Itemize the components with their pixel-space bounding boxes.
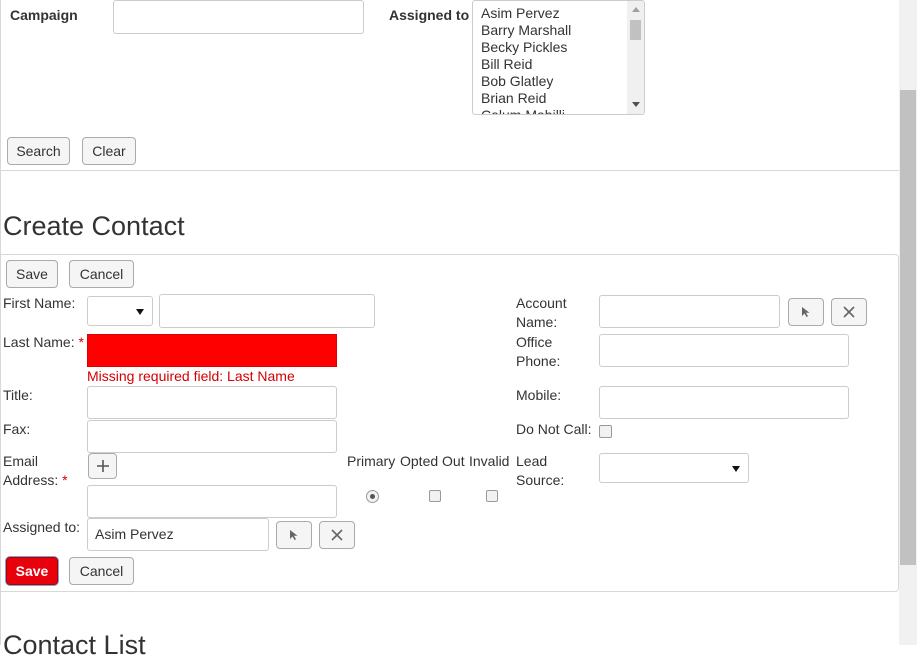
search-panel-bottom-border	[0, 170, 900, 171]
first-name-input[interactable]	[159, 294, 375, 328]
cursor-select-icon	[290, 530, 298, 540]
campaign-label: Campaign	[10, 7, 78, 23]
lead-source-label-line2: Source:	[516, 472, 565, 488]
email-opted-out-header: Opted Out	[400, 453, 465, 469]
plus-icon	[96, 460, 109, 472]
page-scrollbar-thumb[interactable]	[900, 90, 916, 565]
mobile-input[interactable]	[599, 386, 849, 419]
list-item[interactable]: Brian Reid	[481, 90, 621, 107]
required-marker: *	[62, 472, 68, 488]
mobile-label: Mobile:	[516, 387, 562, 403]
list-item[interactable]: Becky Pickles	[481, 39, 621, 56]
chevron-down-icon	[136, 309, 144, 315]
cancel-button-top[interactable]: Cancel	[69, 260, 134, 288]
account-name-label-line2: Name:	[516, 314, 558, 330]
required-marker: *	[78, 334, 84, 350]
email-label-line1: Email	[3, 453, 39, 469]
lead-source-label: Lead Source:	[516, 452, 564, 490]
office-phone-label-line2: Phone:	[516, 353, 561, 369]
office-phone-label: Office Phone:	[516, 333, 560, 371]
save-button-top[interactable]: Save	[6, 260, 58, 288]
list-item[interactable]: Bob Glatley	[481, 73, 621, 90]
add-email-button[interactable]	[88, 453, 117, 479]
cancel-button-bottom[interactable]: Cancel	[69, 557, 134, 585]
email-label-line2: Address:	[3, 472, 59, 488]
email-label: Email Address: *	[3, 452, 68, 490]
salutation-select[interactable]	[87, 296, 153, 326]
office-phone-label-line1: Office	[516, 334, 553, 350]
first-name-label: First Name:	[3, 295, 76, 311]
clear-account-button[interactable]	[831, 298, 867, 326]
list-item[interactable]: Calum Mabilli	[481, 107, 621, 114]
campaign-input[interactable]	[113, 0, 364, 34]
close-icon	[331, 529, 343, 541]
contact-list-heading: Contact List	[3, 630, 146, 660]
list-item[interactable]: Bill Reid	[481, 56, 621, 73]
opted-out-checkbox[interactable]	[429, 490, 441, 502]
select-account-button[interactable]	[788, 298, 824, 326]
page-left-border	[0, 0, 1, 645]
do-not-call-checkbox[interactable]	[599, 425, 612, 438]
search-button[interactable]: Search	[7, 137, 70, 165]
save-button-bottom[interactable]: Save	[6, 557, 58, 585]
assigned-to-label: Assigned to:	[3, 519, 81, 535]
do-not-call-label: Do Not Call:	[516, 421, 592, 437]
assigned-to-filter-label: Assigned to	[389, 7, 470, 23]
assigned-to-input[interactable]: Asim Pervez	[87, 518, 269, 551]
assigned-to-multiselect[interactable]: Asim Pervez Barry Marshall Becky Pickles…	[472, 0, 645, 115]
scroll-down-arrow-icon[interactable]	[632, 102, 640, 107]
account-name-input[interactable]	[599, 295, 780, 328]
cursor-select-icon	[802, 307, 810, 317]
title-input[interactable]	[87, 386, 337, 419]
create-contact-heading: Create Contact	[3, 211, 185, 241]
page-scrollbar[interactable]	[899, 0, 917, 645]
list-item[interactable]: Barry Marshall	[481, 22, 621, 39]
title-label: Title:	[3, 387, 33, 403]
listbox-scrollbar[interactable]	[627, 1, 644, 114]
lead-source-label-line1: Lead	[516, 453, 548, 469]
clear-button[interactable]: Clear	[82, 137, 136, 165]
scroll-up-arrow-icon[interactable]	[632, 7, 640, 12]
email-input[interactable]	[87, 485, 337, 518]
invalid-checkbox[interactable]	[486, 490, 498, 502]
chevron-down-icon	[732, 466, 740, 472]
email-primary-header: Primary	[347, 453, 396, 469]
lead-source-select[interactable]	[599, 453, 749, 483]
last-name-error-message: Missing required field: Last Name	[87, 368, 295, 384]
assigned-to-options: Asim Pervez Barry Marshall Becky Pickles…	[481, 5, 621, 114]
fax-label: Fax:	[3, 421, 31, 437]
select-assigned-user-button[interactable]	[276, 521, 312, 549]
list-item[interactable]: Asim Pervez	[481, 5, 621, 22]
clear-assigned-user-button[interactable]	[319, 521, 355, 549]
account-name-label: Account Name:	[516, 294, 567, 332]
fax-input[interactable]	[87, 420, 337, 453]
last-name-label: Last Name: *	[3, 333, 84, 352]
assigned-to-value: Asim Pervez	[95, 526, 174, 542]
last-name-input[interactable]	[87, 334, 337, 367]
close-icon	[843, 306, 855, 318]
office-phone-input[interactable]	[599, 334, 849, 367]
primary-email-radio[interactable]	[366, 490, 379, 503]
last-name-label-text: Last Name:	[3, 334, 75, 350]
account-name-label-line1: Account	[516, 295, 567, 311]
email-invalid-header: Invalid	[469, 453, 510, 469]
scrollbar-thumb[interactable]	[630, 20, 641, 40]
